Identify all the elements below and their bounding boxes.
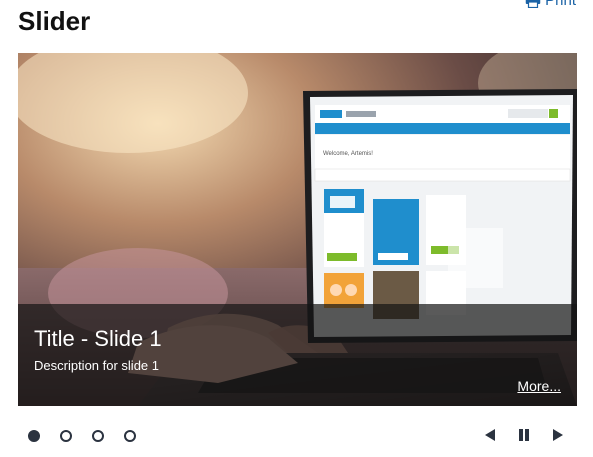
next-slide-button[interactable] [549,426,567,444]
more-link[interactable]: More... [517,378,561,394]
print-link[interactable]: Print [525,0,576,9]
slider[interactable]: Welcome, Artemis! Title - Slide 1 Descri… [18,53,577,406]
slide-pagination [28,430,136,442]
slide-dot-3[interactable] [92,430,104,442]
screen-welcome-text: Welcome, Artemis! [323,151,373,157]
printer-icon [525,0,541,8]
previous-slide-button[interactable] [481,426,499,444]
page-title: Slider [18,6,91,36]
print-label: Print [545,0,576,9]
pause-icon [519,429,529,441]
slide-dot-1[interactable] [28,430,40,442]
pause-button[interactable] [515,426,533,444]
slide-dot-4[interactable] [124,430,136,442]
slide-caption: Title - Slide 1 Description for slide 1 … [18,304,577,406]
triangle-left-icon [485,429,495,441]
slider-nav [481,426,567,444]
slide-description: Description for slide 1 [34,358,159,373]
slider-controls [18,424,577,448]
slide-dot-2[interactable] [60,430,72,442]
triangle-right-icon [553,429,563,441]
slide-title: Title - Slide 1 [34,326,162,351]
